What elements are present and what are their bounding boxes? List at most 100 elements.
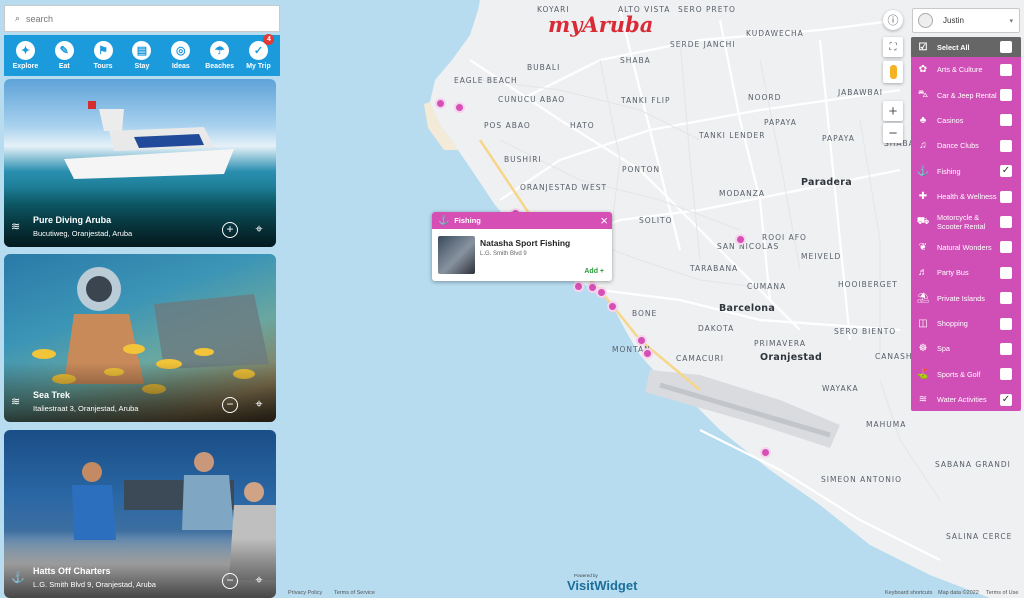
select-all-checkbox[interactable]	[1000, 41, 1012, 53]
select-all-row[interactable]: ☑ Select All	[911, 37, 1021, 57]
remove-from-trip-button[interactable]: −	[222, 397, 238, 413]
map-marker[interactable]	[596, 287, 607, 298]
privacy-link[interactable]: Privacy Policy	[288, 590, 322, 596]
category-label: Water Activities	[937, 395, 987, 405]
user-dropdown[interactable]: Justin ▾	[912, 8, 1020, 33]
map-label: EAGLE BEACH	[454, 76, 518, 85]
category-fishing[interactable]: ⚓ Fishing ✓	[911, 159, 1021, 184]
category-checkbox[interactable]	[1000, 241, 1012, 254]
minus-icon: −	[888, 124, 898, 142]
nav-tours[interactable]: ⚑ Tours	[84, 41, 122, 70]
category-checkbox[interactable]: ✓	[1000, 165, 1012, 178]
category-private-islands[interactable]: ⛱ Private Islands	[911, 286, 1021, 311]
listing-card[interactable]: ⚓ Hatts Off Charters L.G. Smith Blvd 9, …	[4, 430, 276, 598]
category-arts-culture[interactable]: ✿ Arts & Culture	[911, 57, 1021, 82]
zoom-in-button[interactable]: +	[883, 101, 903, 121]
street-view-button[interactable]	[883, 61, 903, 83]
category-motorcycle-scooter-rental[interactable]: ⛟ Motorcycle & Scooter Rental	[911, 209, 1021, 234]
category-checkbox[interactable]	[1000, 89, 1012, 102]
search-input[interactable]	[26, 13, 257, 24]
category-health-wellness[interactable]: ✚ Health & Wellness	[911, 184, 1021, 209]
map-label: DAKOTA	[698, 324, 735, 333]
category-checkbox[interactable]	[1000, 292, 1012, 305]
map-marker[interactable]	[636, 335, 647, 346]
map-pin-icon[interactable]: ⌖	[251, 221, 267, 239]
category-checkbox[interactable]	[1000, 317, 1012, 330]
category-checkbox[interactable]: ✓	[1000, 393, 1012, 406]
map-marker[interactable]	[642, 348, 653, 359]
popup-address: L.G. Smith Blvd 9	[480, 251, 527, 257]
info-button[interactable]: ⓘ	[883, 10, 903, 30]
map-label: HOOIBERGET	[838, 280, 898, 289]
remove-from-trip-button[interactable]: −	[222, 573, 238, 589]
nav-eat[interactable]: ✎ Eat	[45, 41, 83, 70]
category-party-bus[interactable]: ♬ Party Bus	[911, 260, 1021, 285]
casino-icon: ♣	[919, 114, 927, 126]
category-casinos[interactable]: ♣ Casinos	[911, 108, 1021, 133]
motorcycle-icon: ⛟	[916, 215, 930, 227]
nav-explore[interactable]: ✦ Explore	[6, 41, 44, 70]
category-shopping[interactable]: ◫ Shopping	[911, 311, 1021, 336]
terms-link[interactable]: Terms of Service	[334, 590, 375, 596]
map-label: ALTO VISTA	[618, 5, 671, 14]
nav-ideas[interactable]: ◎ Ideas	[162, 41, 200, 70]
map-data-text: Map data ©2022	[938, 590, 979, 596]
category-natural-wonders[interactable]: ❦ Natural Wonders	[911, 235, 1021, 260]
popup-title[interactable]: Natasha Sport Fishing	[480, 238, 570, 248]
category-checkbox[interactable]	[1000, 63, 1012, 76]
map-label: TARABANA	[690, 264, 739, 273]
map-label: BONE	[632, 309, 658, 318]
close-icon[interactable]: ×	[600, 213, 608, 228]
category-water-activities[interactable]: ≋ Water Activities ✓	[911, 387, 1021, 411]
category-checkbox[interactable]	[1000, 342, 1012, 355]
card-address: L.G. Smith Blvd 9, Oranjestad, Aruba	[33, 580, 156, 589]
nav-label: Stay	[134, 63, 150, 70]
nav-my-trip[interactable]: ✓ My Trip 4	[239, 34, 277, 70]
fishing-icon: ⚓	[916, 165, 930, 177]
select-all-label: Select All	[937, 42, 970, 52]
category-car-jeep-rental[interactable]: ⛍ Car & Jeep Rental	[911, 82, 1021, 107]
category-checkbox[interactable]	[1000, 216, 1012, 229]
add-button[interactable]: Add +	[584, 268, 604, 275]
map-marker[interactable]	[760, 447, 771, 458]
nav-beaches[interactable]: ☂ Beaches	[201, 41, 239, 70]
brand-logo[interactable]: myAruba	[548, 12, 653, 37]
listing-card[interactable]: ≋ Pure Diving Aruba Bucutiweg, Oranjesta…	[4, 79, 276, 247]
health-icon: ✚	[918, 191, 928, 203]
map-label: CAMACURI	[676, 354, 724, 363]
popup-thumbnail[interactable]	[438, 236, 475, 274]
ideas-icon: ◎	[171, 41, 191, 60]
listing-popup[interactable]: ⚓ Fishing × Natasha Sport Fishing L.G. S…	[432, 212, 612, 281]
map-pin-icon[interactable]: ⌖	[251, 396, 267, 414]
map-marker[interactable]	[573, 281, 584, 292]
zoom-out-button[interactable]: −	[883, 123, 903, 143]
add-to-trip-button[interactable]: +	[222, 222, 238, 238]
plus-icon: +	[888, 102, 898, 120]
pegman-icon	[889, 65, 897, 79]
category-checkbox[interactable]	[1000, 368, 1012, 381]
category-checkbox[interactable]	[1000, 139, 1012, 152]
map-label: CUMANA	[747, 282, 787, 291]
listing-card[interactable]: ≋ Sea Trek Italiestraat 3, Oranjestad, A…	[4, 254, 276, 422]
category-spa[interactable]: ☸ Spa	[911, 336, 1021, 361]
visitwidget-logo[interactable]: VisitWidget	[567, 578, 637, 593]
category-dance-clubs[interactable]: ♫ Dance Clubs	[911, 133, 1021, 158]
map-marker[interactable]	[735, 234, 746, 245]
map-marker[interactable]	[454, 102, 465, 113]
category-checkbox[interactable]	[1000, 190, 1012, 203]
map-label: PRIMAVERA	[754, 339, 806, 348]
category-sports-golf[interactable]: ⛳ Sports & Golf	[911, 362, 1021, 387]
fullscreen-button[interactable]: ⛶	[883, 37, 903, 57]
map-marker[interactable]	[435, 98, 446, 109]
map-marker[interactable]	[607, 301, 618, 312]
category-checkbox[interactable]	[1000, 114, 1012, 127]
card-address: Italiestraat 3, Oranjestad, Aruba	[33, 404, 139, 413]
nav-stay[interactable]: ▤ Stay	[123, 41, 161, 70]
map-label: MEIVELD	[801, 252, 842, 261]
category-checkbox[interactable]	[1000, 266, 1012, 279]
terms-of-use-link[interactable]: Terms of Use	[986, 590, 1018, 596]
category-label: Arts & Culture	[937, 65, 983, 75]
popup-header: ⚓ Fishing	[432, 212, 612, 229]
map-pin-icon[interactable]: ⌖	[251, 572, 267, 590]
keyboard-shortcuts-link[interactable]: Keyboard shortcuts	[885, 590, 932, 596]
